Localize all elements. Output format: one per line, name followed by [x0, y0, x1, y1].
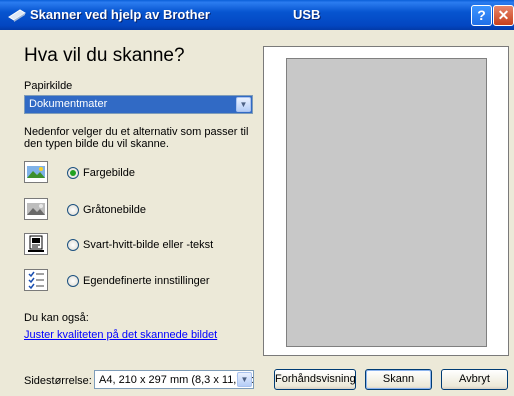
grayscale-photo-icon[interactable]	[24, 198, 48, 220]
radio-custom-settings[interactable]	[67, 275, 79, 287]
also-label: Du kan også:	[24, 312, 89, 324]
option-label-grayscale[interactable]: Gråtonebilde	[83, 204, 146, 216]
preview-page	[286, 58, 487, 347]
adjust-quality-link[interactable]: Juster kvaliteten på det skannede bildet	[24, 329, 217, 341]
radio-grayscale-photo[interactable]	[67, 204, 79, 216]
black-white-text-icon[interactable]	[24, 233, 48, 255]
scan-button[interactable]: Skann	[365, 369, 432, 390]
option-label-color[interactable]: Fargebilde	[83, 167, 135, 179]
paper-source-dropdown[interactable]: Dokumentmater ▼	[24, 95, 253, 114]
custom-settings-icon[interactable]	[24, 269, 48, 291]
scanner-icon	[8, 9, 26, 22]
option-description: Nedenfor velger du et alternativ som pas…	[24, 126, 249, 150]
connection-label: USB	[293, 7, 321, 22]
radio-black-white[interactable]	[67, 239, 79, 251]
chevron-down-icon[interactable]: ▼	[237, 372, 252, 387]
color-photo-icon[interactable]	[24, 161, 48, 183]
cancel-button[interactable]: Avbryt	[441, 369, 508, 390]
help-button[interactable]: ?	[471, 5, 492, 26]
title-bar: Skanner ved hjelp av Brother USB ? ✕	[0, 0, 514, 30]
radio-color-photo[interactable]	[67, 167, 79, 179]
close-button[interactable]: ✕	[493, 5, 514, 26]
preview-button[interactable]: Forhåndsvisning	[274, 369, 356, 390]
page-size-value: A4, 210 x 297 mm (8,3 x 11,7 tommer)	[99, 374, 253, 386]
option-label-black-white[interactable]: Svart-hvitt-bilde eller -tekst	[83, 239, 213, 251]
window-title: Skanner ved hjelp av Brother	[30, 7, 210, 22]
option-label-custom[interactable]: Egendefinerte innstillinger	[83, 275, 210, 287]
page-size-dropdown[interactable]: A4, 210 x 297 mm (8,3 x 11,7 tommer) ▼	[94, 370, 254, 389]
paper-source-label: Papirkilde	[24, 80, 73, 92]
chevron-down-icon[interactable]: ▼	[236, 97, 251, 112]
page-size-label: Sidestørrelse:	[24, 375, 92, 387]
paper-source-value: Dokumentmater	[29, 98, 108, 110]
page-title: Hva vil du skanne?	[24, 45, 185, 66]
